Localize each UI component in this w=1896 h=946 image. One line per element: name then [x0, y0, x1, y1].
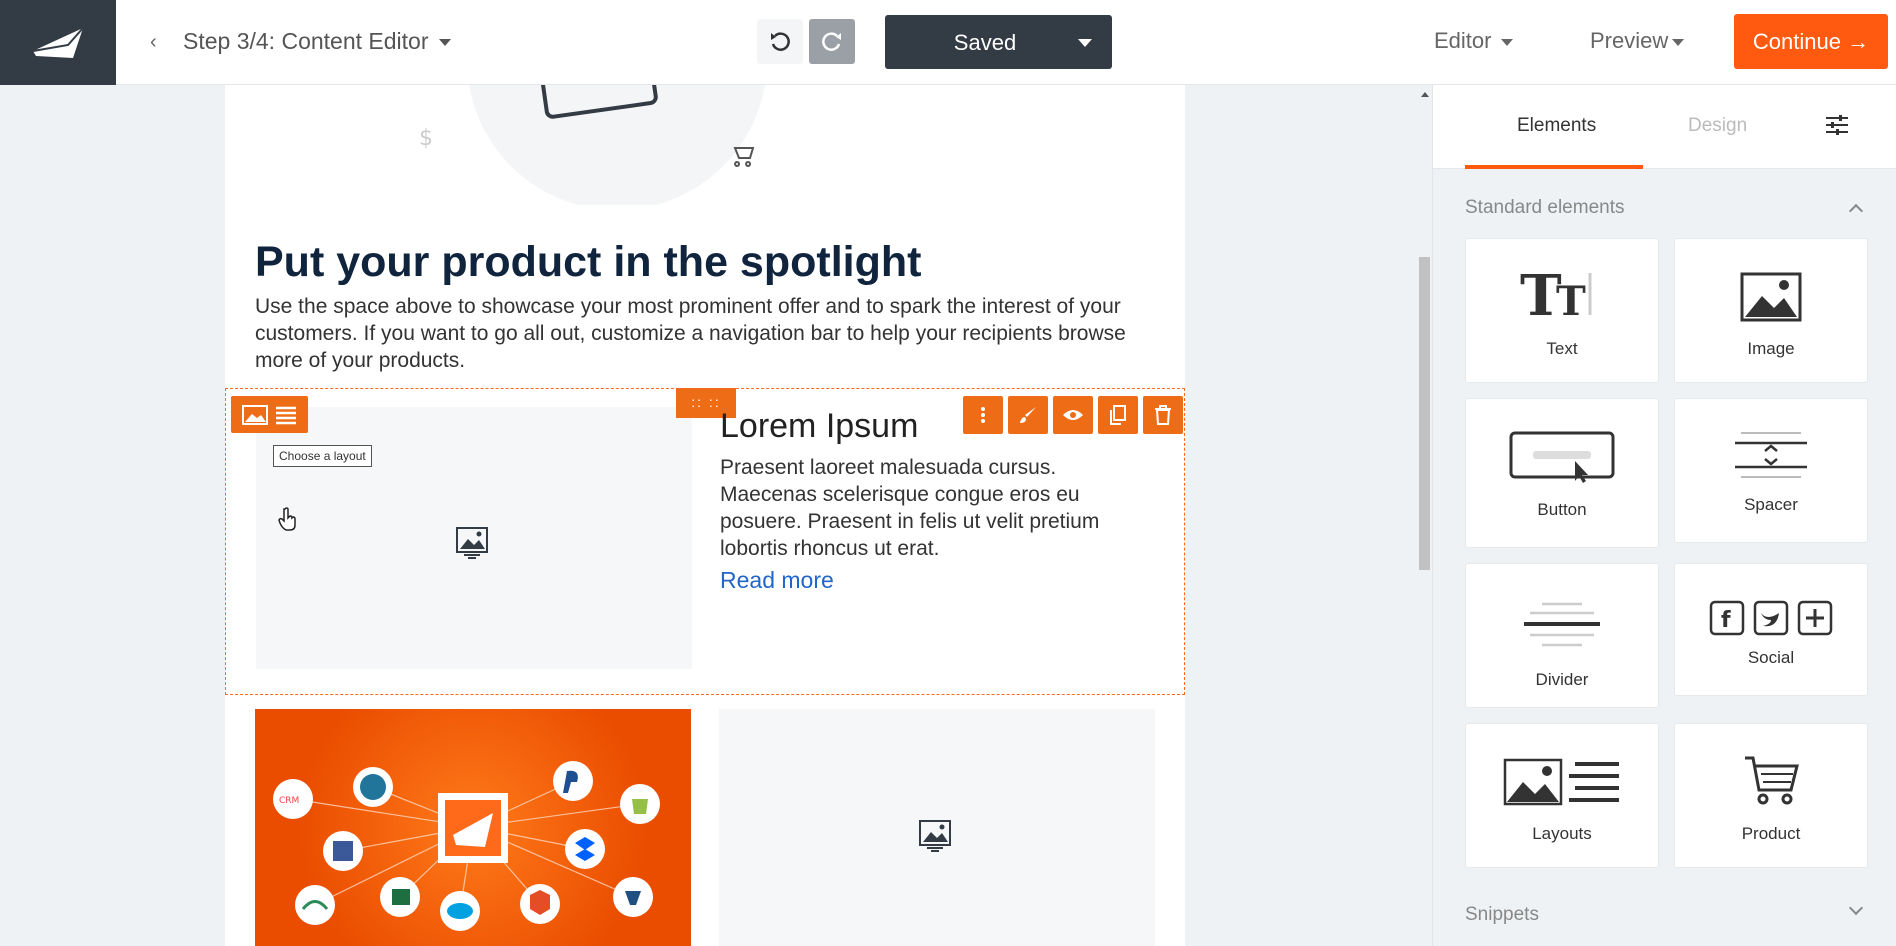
undo-button[interactable]: [757, 19, 803, 64]
image-placeholder-icon: [919, 820, 951, 852]
layouts-icon: [1466, 758, 1658, 806]
chevron-up-icon[interactable]: [1848, 203, 1864, 219]
hand-cursor-icon: [278, 507, 296, 531]
email-headline[interactable]: Put your product in the spotlight: [255, 238, 921, 287]
social-icons: f: [1675, 600, 1867, 636]
integrations-image[interactable]: CRM: [255, 709, 691, 946]
element-product[interactable]: Product: [1674, 723, 1868, 868]
text-icon: TT: [1466, 267, 1658, 321]
image-icon: [1675, 272, 1867, 322]
element-label: Product: [1741, 824, 1801, 843]
svg-text:T: T: [1556, 278, 1586, 321]
panel-tabs: Elements Design: [1433, 85, 1896, 169]
chevron-down-icon[interactable]: [1848, 900, 1864, 916]
step-dropdown[interactable]: Step 3/4: Content Editor: [183, 28, 451, 55]
element-image[interactable]: Image: [1674, 238, 1868, 383]
standard-elements-header[interactable]: Standard elements: [1465, 197, 1625, 219]
element-text[interactable]: TT Text: [1465, 238, 1659, 383]
vertical-dots-icon: [981, 407, 985, 423]
caret-down-icon: [1501, 38, 1514, 46]
read-more-link[interactable]: Read more: [720, 567, 834, 594]
eye-icon: [1063, 410, 1083, 420]
back-chevron-icon[interactable]: ‹: [150, 31, 157, 54]
duplicate-button[interactable]: [1098, 396, 1138, 434]
element-social[interactable]: f Social: [1674, 563, 1868, 696]
element-button[interactable]: Button: [1465, 398, 1659, 548]
redo-icon: [822, 31, 841, 51]
element-label: Image: [1747, 339, 1795, 358]
svg-text:$: $: [419, 126, 433, 151]
more-options-button[interactable]: [963, 396, 1003, 434]
snippets-header[interactable]: Snippets: [1465, 904, 1539, 926]
top-bar: ‹ Step 3/4: Content Editor Saved Editor …: [0, 0, 1896, 85]
image-placeholder-2[interactable]: [719, 709, 1155, 946]
choose-layout-button[interactable]: [231, 396, 308, 433]
element-label: Social: [1747, 648, 1795, 667]
saved-label: Saved: [953, 30, 1017, 55]
settings-sliders-icon[interactable]: [1825, 115, 1849, 135]
copy-icon: [1110, 405, 1126, 425]
shopping-cart-icon: [1675, 754, 1867, 806]
block-toolbar: [963, 396, 1183, 434]
saved-button[interactable]: Saved: [885, 15, 1112, 69]
canvas-scrollbar-thumb[interactable]: [1419, 257, 1430, 570]
selected-content-block[interactable]: Choose a layout :: :: Lorem Ipsum Praese…: [225, 388, 1185, 695]
element-label: Divider: [1535, 670, 1589, 689]
editor-canvas: $ Put your product in the spotlight Use …: [0, 85, 1432, 946]
integrations-graphic: CRM: [273, 761, 660, 931]
spacer-icon: [1675, 431, 1867, 479]
caret-down-icon: [438, 39, 451, 47]
divider-icon: [1466, 601, 1658, 649]
element-label: Text: [1546, 339, 1578, 358]
brush-icon: [1020, 407, 1036, 423]
choose-layout-tooltip: Choose a layout: [273, 445, 372, 467]
tab-design[interactable]: Design: [1688, 115, 1747, 137]
right-panel: Elements Design Standard elements TT Tex…: [1432, 85, 1896, 946]
step-label: Step 3/4: Content Editor: [183, 28, 429, 54]
redo-button[interactable]: [809, 19, 855, 64]
continue-label: Continue →: [1752, 28, 1870, 54]
block-title[interactable]: Lorem Ipsum: [720, 407, 918, 446]
image-placeholder-icon: [456, 527, 488, 559]
hero-illustration: $: [419, 85, 765, 205]
element-spacer[interactable]: Spacer: [1674, 398, 1868, 543]
email-intro-text[interactable]: Use the space above to showcase your mos…: [255, 293, 1160, 374]
svg-text:CRM: CRM: [279, 796, 299, 806]
button-icon: [1466, 431, 1658, 483]
element-label: Spacer: [1744, 495, 1798, 514]
continue-button[interactable]: Continue →: [1734, 14, 1888, 69]
editor-menu[interactable]: Editor: [1434, 28, 1514, 54]
style-button[interactable]: [1008, 396, 1048, 434]
trash-icon: [1155, 405, 1171, 425]
element-label: Button: [1537, 500, 1587, 519]
block-body-text[interactable]: Praesent laoreet malesuada cursus. Maece…: [720, 454, 1150, 562]
preview-menu[interactable]: Preview: [1590, 28, 1685, 54]
element-divider[interactable]: Divider: [1465, 563, 1659, 708]
save-menu-caret-icon[interactable]: [1078, 39, 1092, 47]
svg-text:f: f: [1721, 608, 1731, 633]
preview-menu-label: Preview: [1590, 28, 1669, 53]
tab-elements[interactable]: Elements: [1517, 115, 1596, 137]
element-label: Layouts: [1532, 824, 1592, 843]
visibility-button[interactable]: [1053, 396, 1093, 434]
image-layout-icon: [241, 404, 268, 425]
scroll-up-arrow-icon[interactable]: [1420, 90, 1430, 98]
email-body: $ Put your product in the spotlight Use …: [225, 85, 1185, 946]
undo-icon: [771, 31, 790, 51]
editor-menu-label: Editor: [1434, 28, 1492, 53]
delete-button[interactable]: [1143, 396, 1183, 434]
logo[interactable]: [0, 0, 116, 85]
paper-plane-logo-icon: [32, 26, 84, 58]
text-lines-icon: [275, 406, 296, 424]
element-layouts[interactable]: Layouts: [1465, 723, 1659, 868]
caret-down-icon: [1672, 38, 1685, 46]
active-tab-underline: [1465, 165, 1643, 169]
